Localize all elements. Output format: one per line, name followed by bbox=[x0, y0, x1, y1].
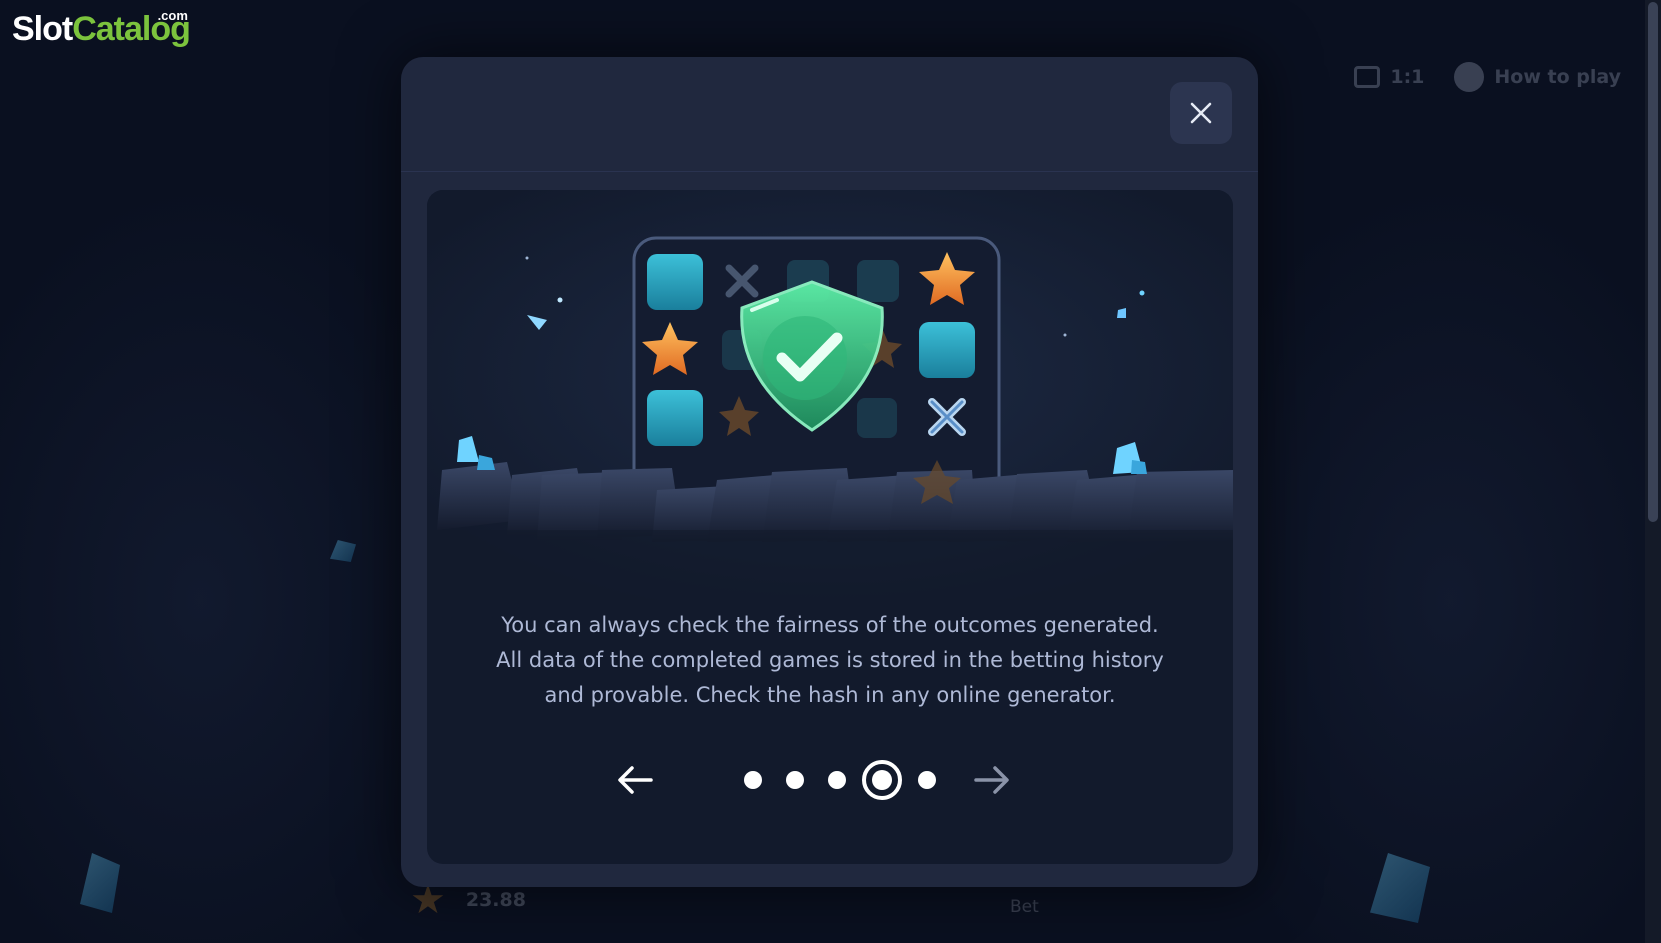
page-dot-3[interactable] bbox=[828, 771, 846, 789]
grid-size-stat[interactable]: 1:1 bbox=[1354, 66, 1424, 88]
slotcatalog-logo: SlotCatalog .com bbox=[12, 8, 191, 49]
arrow-left-icon bbox=[618, 766, 653, 794]
balance-value: 23.88 bbox=[465, 889, 526, 911]
crystal-decoration bbox=[80, 853, 120, 913]
grid-size-value: 1:1 bbox=[1390, 66, 1425, 88]
grid-icon bbox=[1354, 66, 1381, 88]
fairness-description: You can always check the fairness of the… bbox=[496, 613, 1164, 707]
logo-text-slot: Slot bbox=[12, 10, 73, 48]
close-icon bbox=[1190, 102, 1212, 124]
arrow-right-icon bbox=[974, 766, 1009, 794]
help-icon bbox=[1454, 62, 1485, 92]
how-to-play-modal: You can always check the fairness of the… bbox=[401, 57, 1258, 887]
page-dot-4-active[interactable] bbox=[862, 760, 902, 800]
page-dot-1[interactable] bbox=[744, 771, 762, 789]
page-dot-2[interactable] bbox=[786, 771, 804, 789]
page-dot-5[interactable] bbox=[918, 771, 936, 789]
crystal-decoration bbox=[330, 540, 356, 562]
pagination-dots bbox=[732, 755, 948, 805]
how-to-play-label: How to play bbox=[1494, 66, 1621, 88]
bet-label: Bet bbox=[1010, 897, 1039, 917]
prev-slide-button[interactable] bbox=[610, 755, 660, 805]
how-to-play-button[interactable]: How to play bbox=[1454, 62, 1621, 92]
scrollbar[interactable] bbox=[1645, 0, 1661, 943]
modal-header bbox=[401, 57, 1258, 172]
crystal-decoration bbox=[1370, 853, 1430, 923]
close-button[interactable] bbox=[1170, 82, 1232, 144]
next-slide-button[interactable] bbox=[967, 755, 1017, 805]
game-topbar: 1:1 How to play bbox=[1354, 62, 1621, 92]
modal-content: You can always check the fairness of the… bbox=[427, 190, 1233, 864]
slide-pager bbox=[427, 755, 1233, 805]
scrollbar-thumb[interactable] bbox=[1648, 2, 1658, 522]
logo-text-com: .com bbox=[157, 8, 188, 23]
provably-fair-illustration bbox=[427, 190, 1233, 600]
